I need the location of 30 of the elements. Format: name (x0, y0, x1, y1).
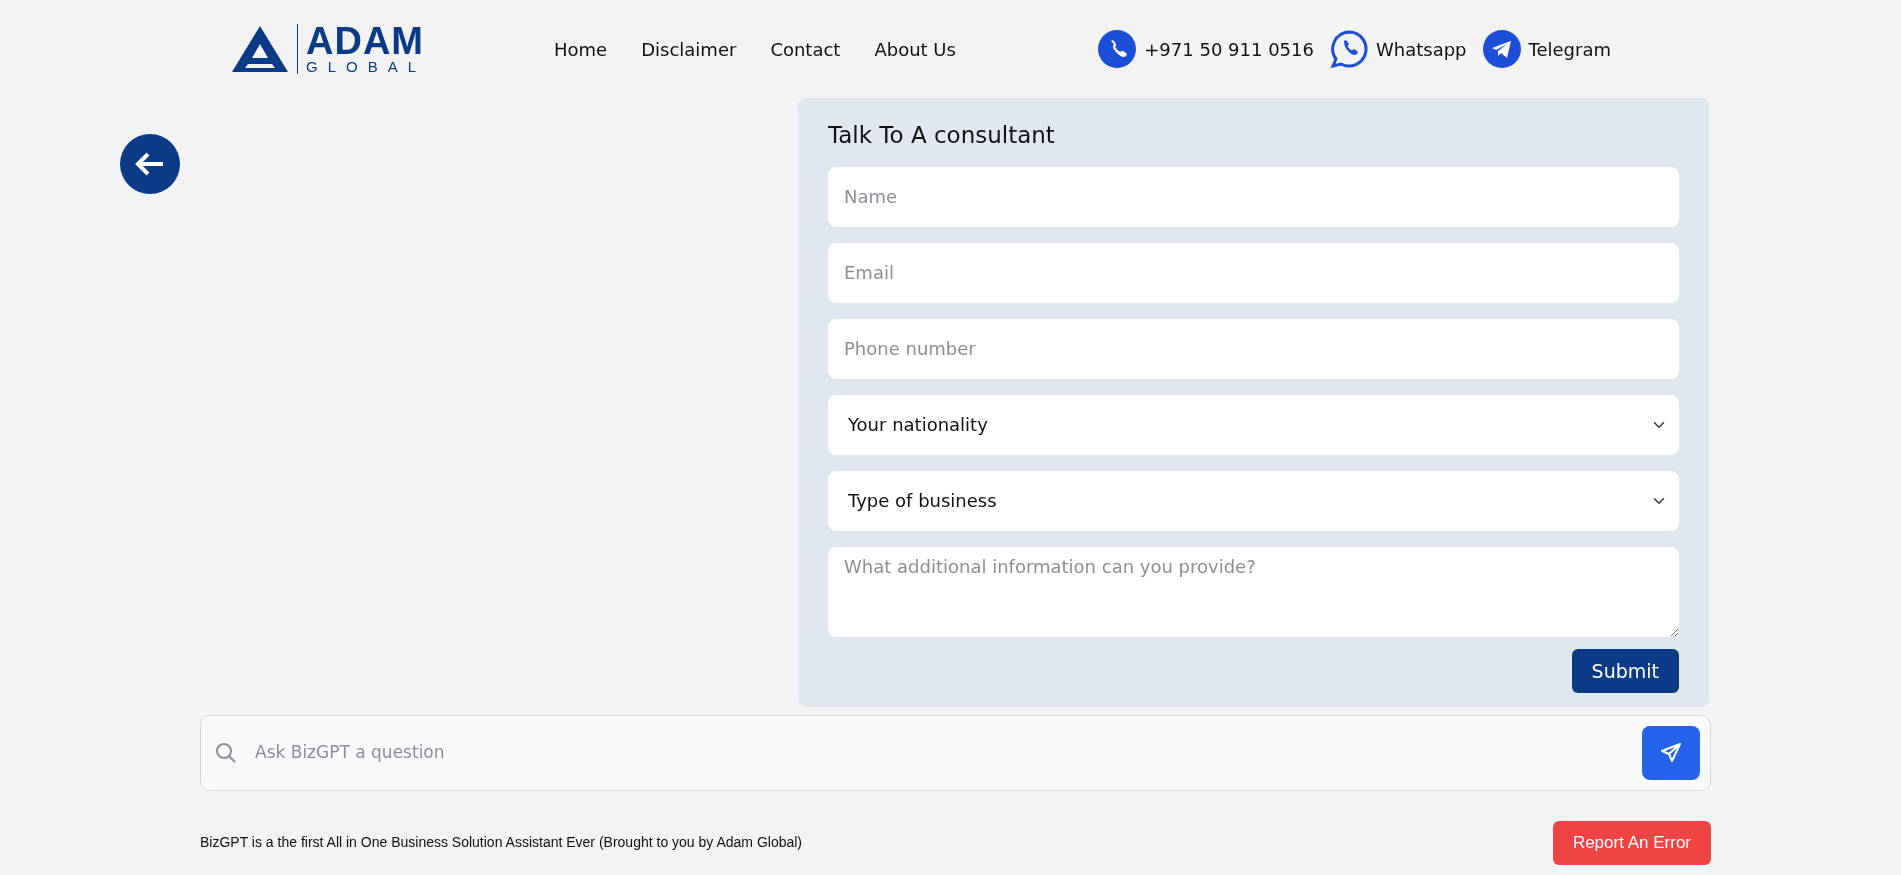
select-field[interactable]: Type of business (828, 470, 1679, 531)
form-title: Talk To A consultant (828, 121, 1056, 150)
logo-triangle-icon (231, 24, 289, 74)
paper-plane-icon (1482, 30, 1521, 68)
search-icon (215, 742, 237, 764)
text-field[interactable]: Email (828, 242, 1679, 303)
chat-field[interactable]: Ask BizGPT a question (200, 715, 1711, 791)
submit-button[interactable]: Submit (1571, 648, 1679, 693)
text-field[interactable]: Phone number (828, 318, 1679, 379)
nav-link[interactable]: Contact (770, 35, 841, 63)
whatsapp-link[interactable]: Whatsapp (1375, 35, 1467, 63)
whatsapp-icon (1329, 30, 1368, 68)
phone-icon (1098, 30, 1137, 68)
report-error-button[interactable]: Report An Error (1552, 821, 1711, 865)
nav-link[interactable]: Home (554, 35, 608, 63)
text-field[interactable]: Name (828, 166, 1679, 227)
paper-plane-icon (1660, 742, 1682, 764)
footer-text: BizGPT is a the first All in One Business Solution Assistant Ever (Brought to you by Adam Global) (200, 833, 803, 853)
arrow-left-icon (135, 151, 165, 177)
text-area[interactable]: What additional information can you provide? (828, 546, 1679, 637)
logo-subtext: GLOBAL (306, 59, 427, 75)
back-button[interactable] (120, 134, 180, 194)
select-field[interactable]: Your nationality (828, 394, 1679, 455)
logo-text: ADAM (306, 23, 425, 59)
phone-number-link[interactable]: +971 50 911 0516 (1144, 35, 1314, 63)
send-button[interactable] (1642, 726, 1700, 780)
nav-link[interactable]: Disclaimer (641, 35, 737, 63)
nav-link[interactable]: About Us (874, 35, 956, 63)
telegram-link[interactable]: Telegram (1528, 35, 1611, 63)
chat-input[interactable]: Ask BizGPT a question (253, 739, 1626, 767)
